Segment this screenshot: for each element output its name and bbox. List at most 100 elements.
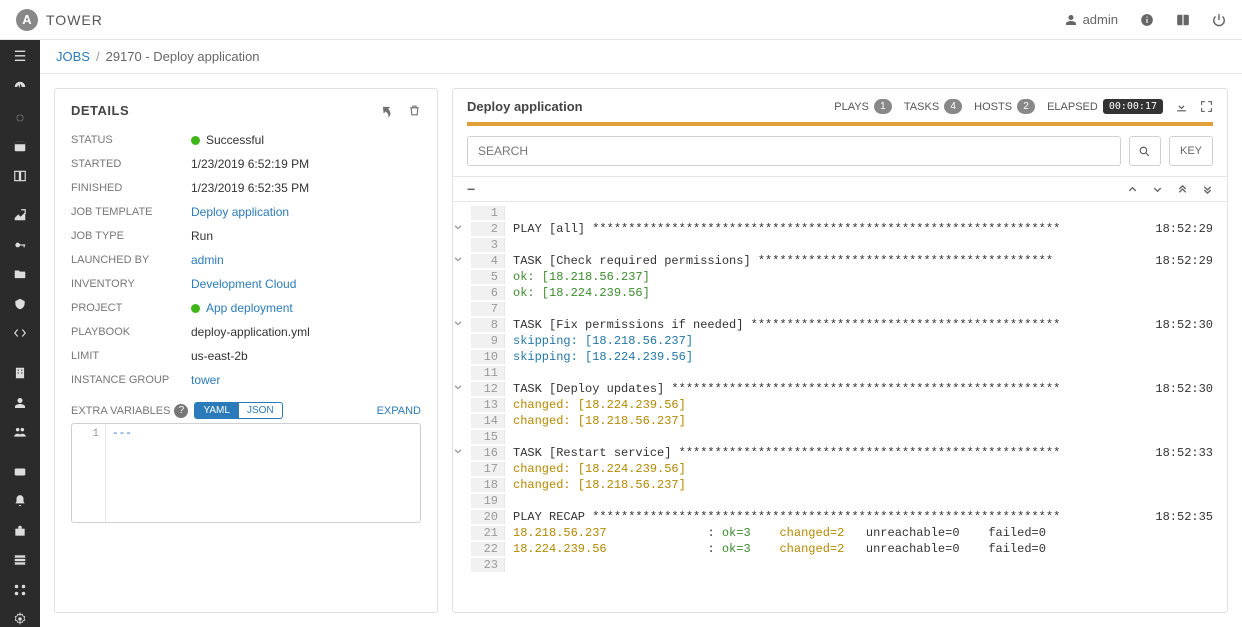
line-number: 16 [471,446,505,460]
search-input[interactable] [468,144,1120,158]
value-job-template[interactable]: Deploy application [191,205,421,219]
chevron-down-icon[interactable] [453,222,471,232]
expand-button[interactable]: EXPAND [377,405,421,417]
inventories-icon[interactable] [0,296,40,312]
label-status: STATUS [71,134,191,146]
label-project: PROJECT [71,302,191,314]
stat-hosts[interactable]: HOSTS2 [974,99,1035,114]
book-icon[interactable] [1176,13,1190,27]
tab-json[interactable]: JSON [239,402,283,419]
line-number: 21 [471,526,505,540]
line-timestamp: 18:52:30 [1155,382,1227,396]
search-box [467,136,1121,166]
line-number: 18 [471,478,505,492]
value-project: App deployment [191,301,421,315]
management-jobs-icon[interactable] [0,523,40,539]
notifications-icon[interactable] [0,493,40,509]
line-text: changed: [18.224.239.56] [505,398,1227,412]
line-number: 20 [471,510,505,524]
sidebar: ☰ ◌ [0,40,40,627]
line-number: 12 [471,382,505,396]
console-line: 20PLAY RECAP ***************************… [453,510,1227,526]
stat-tasks[interactable]: TASKS4 [904,99,962,114]
templates-icon[interactable] [0,208,40,224]
jobs-icon[interactable]: ◌ [0,109,40,125]
line-text: skipping: [18.218.56.237] [505,334,1227,348]
applications-icon[interactable] [0,582,40,598]
nav-down-icon[interactable] [1152,184,1163,195]
breadcrumb-root[interactable]: JOBS [56,49,90,64]
line-timestamp: 18:52:29 [1155,222,1227,236]
menu-icon[interactable]: ☰ [0,48,40,65]
editor-content: --- [106,424,138,522]
tab-yaml[interactable]: YAML [194,402,239,419]
projects-icon[interactable] [0,267,40,283]
chevron-down-icon[interactable] [453,254,471,264]
output-panel: Deploy application PLAYS1 TASKS4 HOSTS2 … [452,88,1228,613]
power-icon[interactable] [1212,13,1226,27]
label-inventory: INVENTORY [71,278,191,290]
line-number: 2 [471,222,505,236]
line-number: 19 [471,494,505,508]
line-number: 11 [471,366,505,380]
value-inventory[interactable]: Development Cloud [191,277,421,291]
dashboard-icon[interactable] [0,79,40,95]
instance-groups-icon[interactable] [0,552,40,568]
label-started: STARTED [71,158,191,170]
extra-vars-editor[interactable]: 1 --- [71,423,421,523]
chevron-down-icon[interactable] [453,318,471,328]
settings-icon[interactable] [0,612,40,627]
info-icon[interactable] [1140,13,1154,27]
line-text: TASK [Check required permissions] ******… [505,254,1155,268]
label-instance-group: INSTANCE GROUP [71,374,191,386]
users-icon[interactable] [0,395,40,411]
chevron-down-icon[interactable] [453,446,471,456]
label-job-type: JOB TYPE [71,230,191,242]
credential-types-icon[interactable] [0,464,40,480]
console-line: 23 [453,558,1227,574]
credentials-icon[interactable] [0,237,40,253]
console-line: 15 [453,430,1227,446]
help-icon[interactable]: ? [174,404,188,418]
value-launched-by[interactable]: admin [191,253,421,267]
schedules-icon[interactable] [0,139,40,155]
line-number: 8 [471,318,505,332]
value-status: Successful [191,133,421,147]
line-text: PLAY [all] *****************************… [505,222,1155,236]
portal-icon[interactable] [0,168,40,184]
stat-plays[interactable]: PLAYS1 [834,99,892,114]
nav-bottom-icon[interactable] [1202,184,1213,195]
chevron-down-icon[interactable] [453,382,471,392]
console-output[interactable]: 12PLAY [all] ***************************… [453,202,1227,612]
line-number: 17 [471,462,505,476]
download-icon[interactable] [1175,100,1188,113]
console-line: 11 [453,366,1227,382]
line-text: TASK [Deploy updates] ******************… [505,382,1155,396]
value-job-type: Run [191,229,421,243]
relaunch-icon[interactable] [380,104,394,118]
expand-icon[interactable] [1200,100,1213,113]
topbar: A TOWER admin [0,0,1242,40]
status-dot-icon [191,136,200,145]
console-line: 1 [453,206,1227,222]
inventory-scripts-icon[interactable] [0,326,40,342]
search-button[interactable] [1129,136,1161,166]
nav-top-icon[interactable] [1177,184,1188,195]
console-line: 8TASK [Fix permissions if needed] ******… [453,318,1227,334]
console-line: 2PLAY [all] ****************************… [453,222,1227,238]
console-line: 12TASK [Deploy updates] ****************… [453,382,1227,398]
console-line: 7 [453,302,1227,318]
user-menu[interactable]: admin [1065,12,1118,27]
line-number: 7 [471,302,505,316]
nav-up-icon[interactable] [1127,184,1138,195]
console-line: 9skipping: [18.218.56.237] [453,334,1227,350]
console-line: 2218.224.239.56 : ok=3 changed=2 unreach… [453,542,1227,558]
organizations-icon[interactable] [0,365,40,381]
teams-icon[interactable] [0,424,40,440]
breadcrumb-current: 29170 - Deploy application [106,49,260,64]
line-number: 9 [471,334,505,348]
key-button[interactable]: KEY [1169,136,1213,166]
delete-icon[interactable] [408,104,421,118]
value-instance-group[interactable]: tower [191,373,421,387]
collapse-all-icon[interactable]: − [467,181,475,197]
